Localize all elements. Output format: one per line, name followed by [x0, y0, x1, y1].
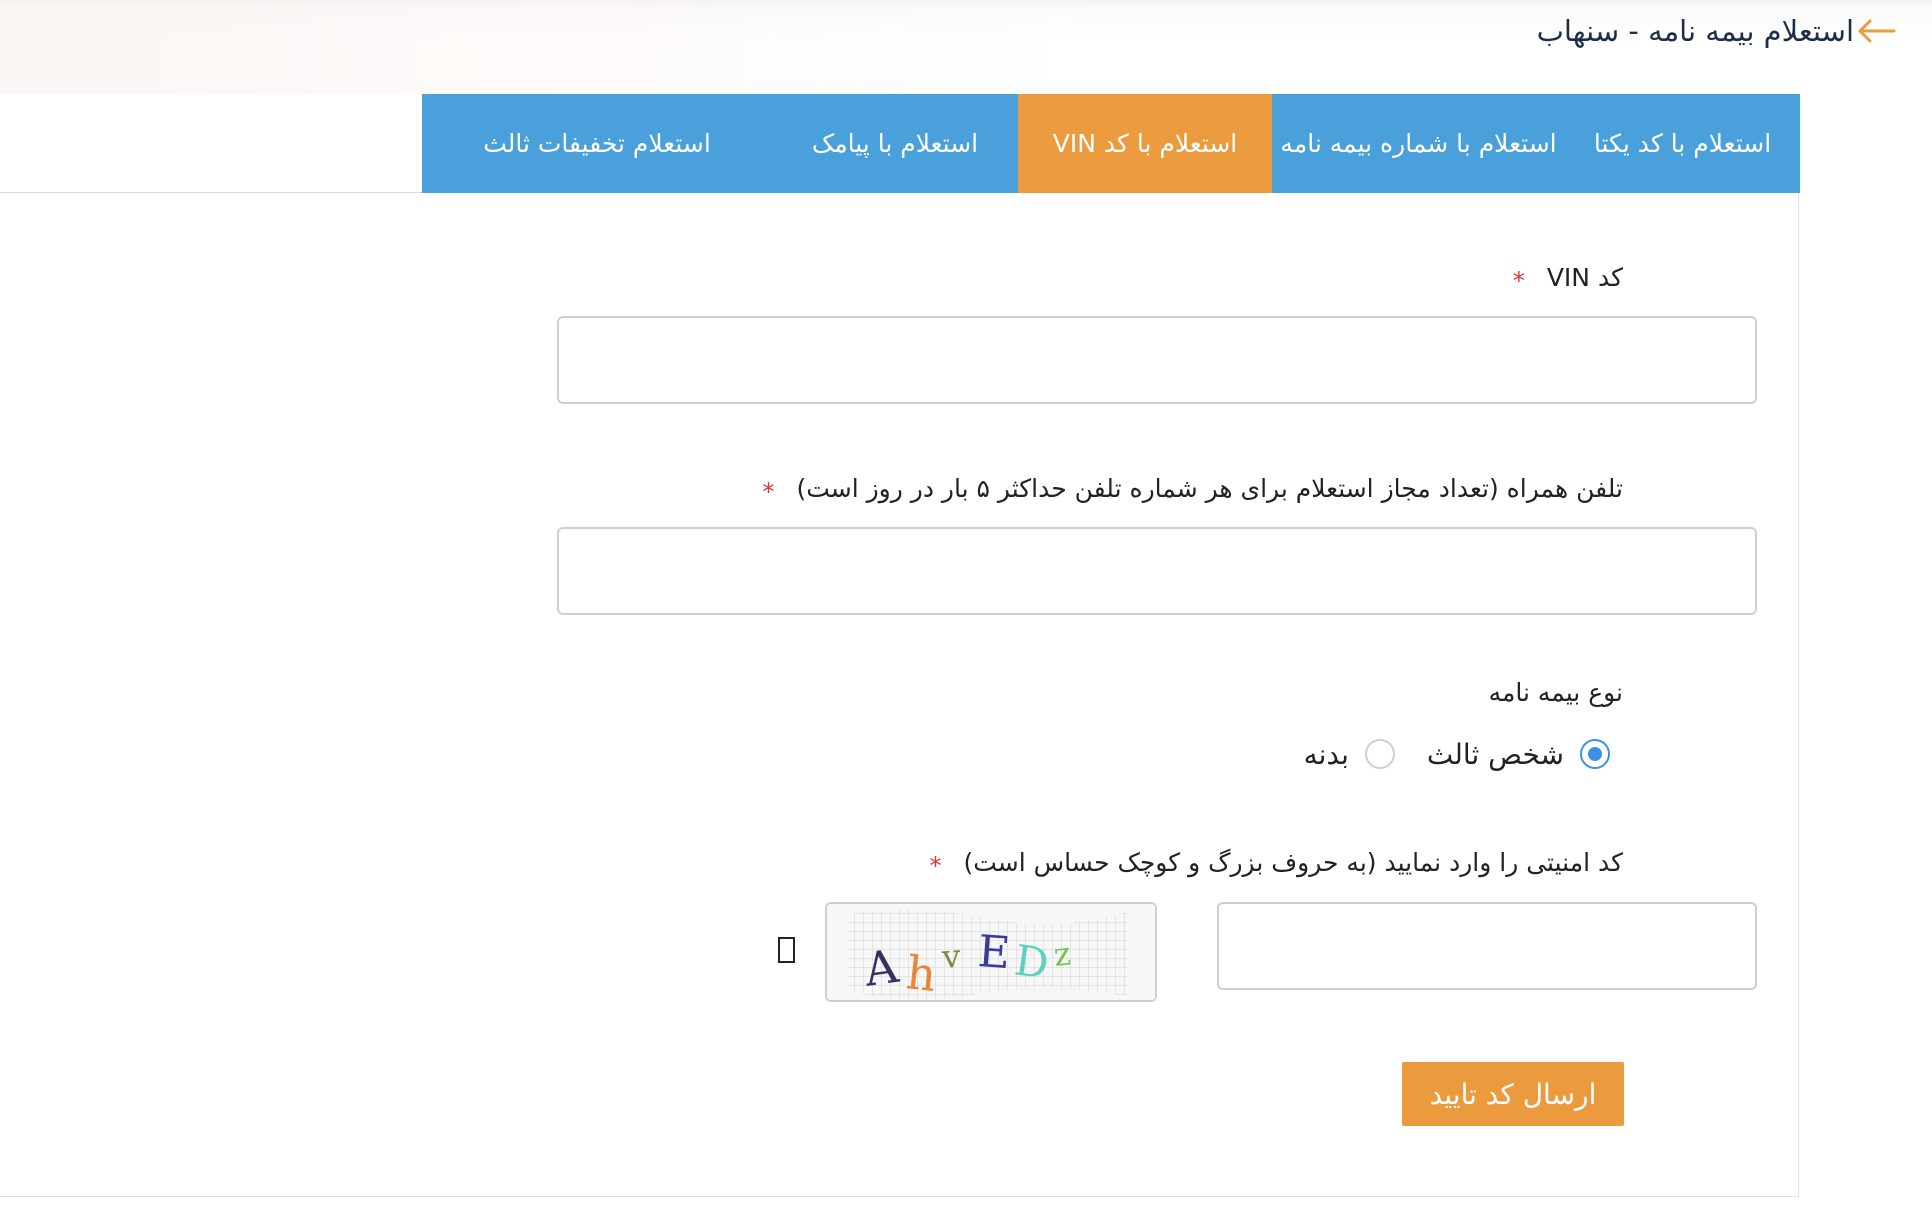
tab-label: استعلام با شماره بیمه نامه	[1280, 129, 1557, 158]
required-mark: *	[762, 477, 775, 506]
policy-type-label: نوع بیمه نامه	[1489, 678, 1623, 707]
svg-text:E: E	[976, 926, 1012, 979]
tab-third-party-discounts[interactable]: استعلام تخفیفات ثالث	[422, 94, 772, 193]
vin-label-text: کد VIN	[1546, 263, 1623, 292]
tab-label: استعلام تخفیفات ثالث	[483, 129, 711, 158]
top-strip-fade	[0, 0, 1100, 94]
policy-type-radio-group: شخص ثالث بدنه	[1272, 734, 1610, 774]
send-verification-code-button[interactable]: ارسال کد تایید	[1402, 1062, 1624, 1126]
captcha-label: کد امنیتی را وارد نمایید (به حروف بزرگ و…	[929, 848, 1624, 880]
radio-label-third-party: شخص ثالث	[1426, 737, 1564, 771]
tab-label: استعلام با کد VIN	[1052, 129, 1238, 158]
radio-third-party[interactable]	[1580, 739, 1610, 769]
mobile-input[interactable]	[557, 527, 1757, 615]
page-header: استعلام بیمه نامه - سنهاب	[1537, 8, 1912, 54]
svg-text:h: h	[904, 945, 939, 1000]
tab-label: استعلام با کد یکتا	[1593, 129, 1772, 158]
mobile-label: تلفن همراه (تعداد مجاز استعلام برای هر ش…	[762, 474, 1623, 506]
required-mark: *	[929, 851, 942, 880]
tab-sms[interactable]: استعلام با پیامک	[772, 94, 1018, 193]
form-panel: کد VIN * تلفن همراه (تعداد مجاز استعلام …	[0, 193, 1799, 1197]
captcha-label-text: کد امنیتی را وارد نمایید (به حروف بزرگ و…	[963, 848, 1624, 877]
tab-vin-code[interactable]: استعلام با کد VIN	[1018, 94, 1272, 193]
tab-policy-number[interactable]: استعلام با شماره بیمه نامه	[1272, 94, 1565, 193]
svg-text:v: v	[940, 937, 962, 976]
required-mark: *	[1512, 266, 1525, 295]
refresh-captcha-icon[interactable]	[776, 935, 798, 965]
radio-option-third-party[interactable]: شخص ثالث	[1427, 738, 1610, 771]
tab-label: استعلام با پیامک	[811, 129, 979, 158]
tab-bar: استعلام با کد یکتا استعلام با شماره بیمه…	[422, 94, 1800, 193]
policy-type-label-text: نوع بیمه نامه	[1488, 678, 1623, 707]
tab-unique-code[interactable]: استعلام با کد یکتا	[1565, 94, 1800, 193]
radio-label-body: بدنه	[1303, 737, 1349, 771]
svg-text:D: D	[1012, 935, 1052, 988]
captcha-image: A h v E D z	[825, 902, 1157, 1002]
captcha-input[interactable]	[1217, 902, 1757, 990]
vin-label: کد VIN *	[1512, 263, 1623, 295]
page-title: استعلام بیمه نامه - سنهاب	[1536, 14, 1854, 48]
tabs-row: استعلام با کد یکتا استعلام با شماره بیمه…	[0, 94, 1932, 193]
vin-input[interactable]	[557, 316, 1757, 404]
radio-body[interactable]	[1364, 739, 1395, 769]
radio-option-body[interactable]: بدنه	[1304, 738, 1395, 771]
mobile-label-text: تلفن همراه (تعداد مجاز استعلام برای هر ش…	[796, 474, 1623, 503]
arrow-left-icon[interactable]	[1854, 16, 1898, 46]
